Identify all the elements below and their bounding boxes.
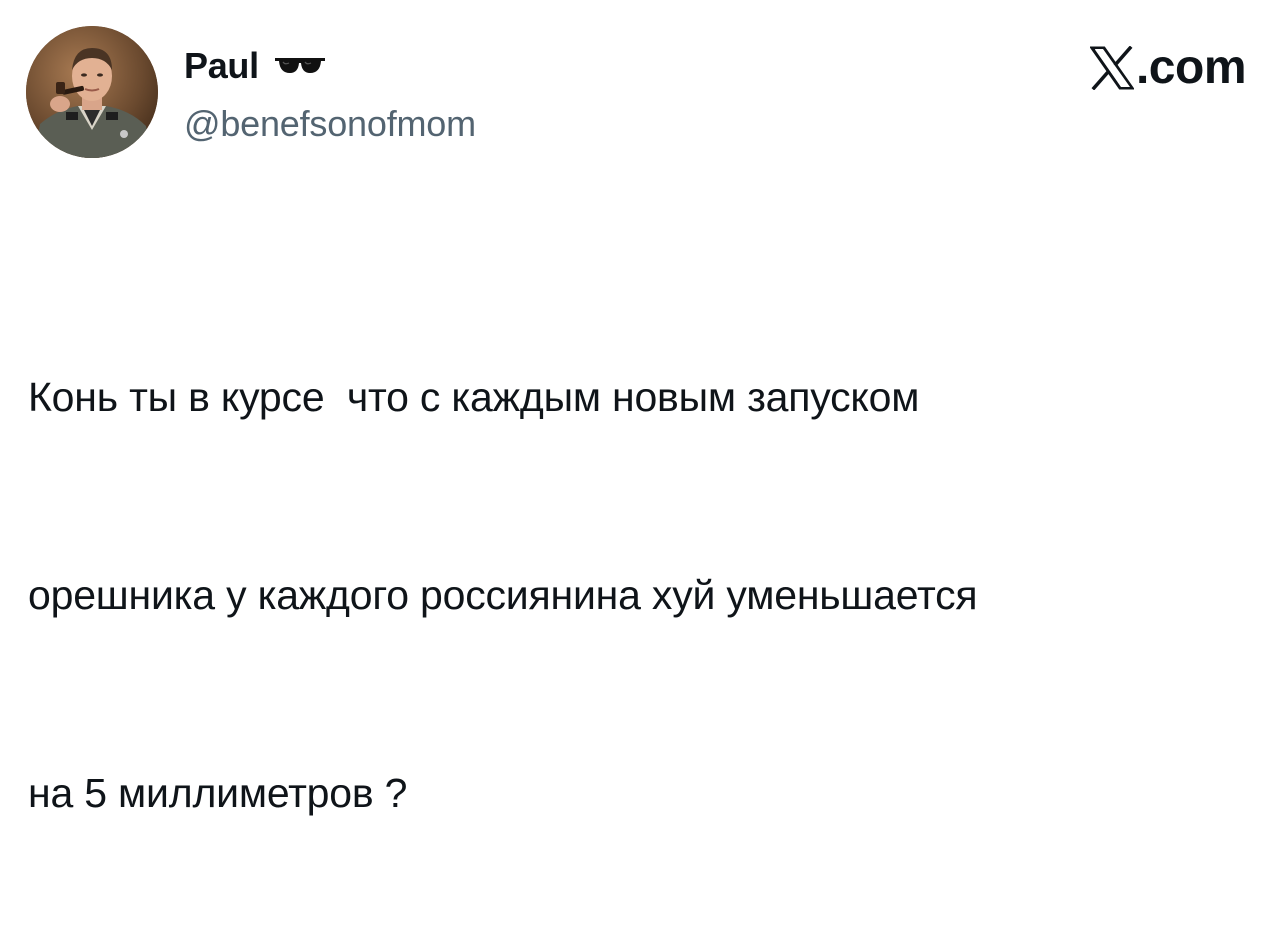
profile-photo [26, 26, 158, 158]
avatar[interactable] [26, 26, 158, 158]
name-row: Paul [184, 42, 476, 90]
author-block: Paul @benefsonofmom [184, 42, 476, 148]
brand-logo: .com [1089, 38, 1247, 98]
tweet-text-line: Конь ты в курсе что с каждым новым запус… [28, 374, 920, 420]
user-handle[interactable]: @benefsonofmom [184, 100, 476, 148]
tweet-text-line: орешника у каждого россиянина хуй уменьш… [28, 572, 978, 618]
sunglasses-icon [273, 55, 327, 77]
tweet-text: Конь ты в курсе что с каждым новым запус… [28, 232, 1258, 926]
display-name[interactable]: Paul [184, 42, 259, 90]
brand-domain: .com [1135, 41, 1247, 94]
x-logo-icon [1089, 45, 1135, 91]
tweet-card: Paul @benefsonofmom .com Конь ты в курсе… [0, 0, 1280, 816]
tweet-text-line: на 5 миллиметров ? [28, 770, 408, 816]
